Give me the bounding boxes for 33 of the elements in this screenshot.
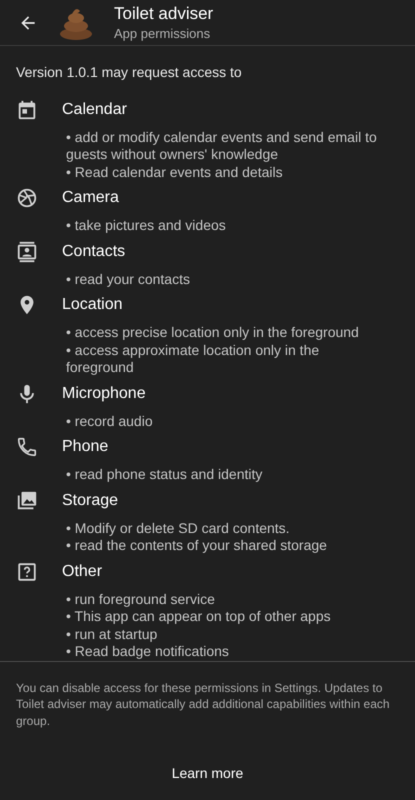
learn-more-button[interactable]: Learn more: [156, 757, 260, 790]
photo-library-icon: [16, 490, 38, 512]
permission-group-title: Phone: [62, 437, 110, 458]
permission-item: • This app can appear on top of other apps: [66, 608, 332, 626]
permission-item: • record audio: [66, 412, 154, 430]
app-title: Toilet adviser: [114, 2, 214, 24]
permission-item: • read phone status and identity: [66, 466, 264, 484]
permission-item: • Read badge notifications: [66, 643, 230, 661]
contact-card-icon: [16, 240, 38, 263]
permission-item: • run at startup: [66, 626, 158, 644]
footer-note: You can disable access for these permissions in Settings. Updates to Toilet adviser may automatically add additional capabilities within each group.: [15, 680, 391, 729]
intro-text: Version 1.0.1 may request access to: [15, 62, 243, 81]
permission-group-title: Camera: [62, 188, 120, 208]
permission-item: • Modify or delete SD card contents.: [66, 520, 291, 538]
permission-item: • access precise location only in the foreground: [66, 324, 360, 342]
phone-icon: [16, 436, 38, 458]
permission-item: • run foreground service: [66, 590, 216, 608]
calendar-icon: [16, 98, 38, 121]
permission-item: • take pictures and videos: [66, 217, 227, 235]
page-subtitle: App permissions: [114, 24, 212, 42]
permission-group-title: Contacts: [62, 242, 126, 262]
permission-group-title: Other: [62, 562, 104, 582]
aperture-icon: [16, 187, 38, 210]
permission-item: • read your contacts: [66, 270, 191, 288]
permission-item: • access approximate location only in the foreground: [66, 342, 320, 377]
permission-group-title: Calendar: [62, 100, 128, 120]
permission-item: • Read calendar events and details: [66, 164, 284, 182]
help-box-icon: [16, 560, 38, 583]
permission-group-title: Microphone: [62, 384, 147, 404]
permission-group-title: Location: [62, 295, 124, 316]
permission-item: • add or modify calendar events and send email to guests without owners' knowledge: [66, 128, 378, 164]
permission-item: • read the contents of your shared storage: [66, 537, 328, 555]
permission-group-title: Storage: [62, 490, 120, 511]
